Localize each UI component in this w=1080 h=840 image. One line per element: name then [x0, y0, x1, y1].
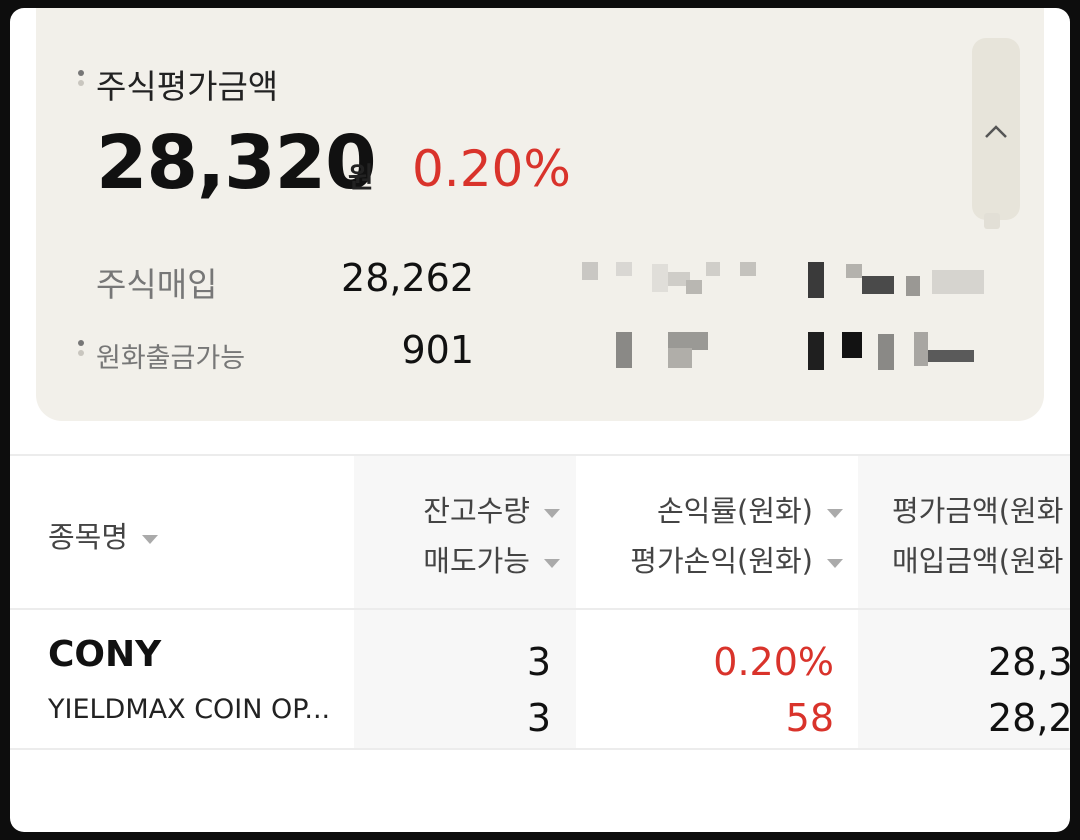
stock-name: YIELDMAX COIN OP...	[48, 694, 331, 725]
info-dot-icon	[78, 340, 84, 360]
table-divider	[10, 748, 1070, 750]
collapse-button[interactable]	[972, 38, 1020, 220]
collapse-button-tail	[984, 213, 1000, 229]
eval-amount-value: 28,32	[988, 640, 1070, 684]
krw-withdrawable-value: 901	[401, 328, 474, 372]
total-value: 28,320	[96, 120, 377, 206]
column-header-pl-rate[interactable]: 손익률(원화)	[657, 488, 843, 530]
currency-unit: 원	[348, 161, 374, 194]
sort-caret-icon	[544, 508, 560, 518]
summary-card: 주식평가금액 28,320 원 0.20% 주식매입 28,262 원화출금가능…	[36, 8, 1044, 421]
holdings-table: 종목명 잔고수량 매도가능 손익률(원화) 평가손익(원화) 평가금액(원화 매…	[10, 454, 1070, 754]
stock-purchase-label: 주식매입	[96, 265, 218, 304]
pixelated-redaction	[576, 328, 996, 378]
sort-caret-icon	[827, 508, 843, 518]
column-header-quantity[interactable]: 잔고수량	[423, 488, 560, 530]
sort-caret-icon	[544, 558, 560, 568]
pl-amount-value: 58	[785, 696, 834, 740]
quantity-value: 3	[526, 640, 551, 684]
sellable-value: 3	[526, 696, 551, 740]
sort-caret-icon	[142, 534, 159, 544]
pl-rate-value: 0.20%	[713, 640, 834, 684]
column-header-name[interactable]: 종목명	[48, 514, 159, 556]
app-frame: 주식평가금액 28,320 원 0.20% 주식매입 28,262 원화출금가능…	[10, 8, 1070, 832]
column-header-buy-amount[interactable]: 매입금액(원화	[892, 538, 1063, 580]
chevron-up-icon	[984, 116, 1008, 146]
column-header-eval-amount[interactable]: 평가금액(원화	[892, 488, 1063, 530]
info-dot-icon	[78, 70, 84, 90]
summary-label: 주식평가금액	[96, 67, 279, 106]
sort-caret-icon	[827, 558, 843, 568]
column-header-sellable[interactable]: 매도가능	[423, 538, 560, 580]
stock-purchase-value: 28,262	[341, 256, 474, 300]
table-divider	[10, 608, 1070, 610]
column-header-pl-amount[interactable]: 평가손익(원화)	[630, 538, 843, 580]
pixelated-redaction	[576, 258, 996, 304]
stock-symbol: CONY	[48, 634, 162, 675]
return-rate: 0.20%	[412, 140, 571, 198]
krw-withdrawable-label: 원화출금가능	[96, 343, 246, 374]
buy-amount-value: 28,26	[988, 696, 1070, 740]
